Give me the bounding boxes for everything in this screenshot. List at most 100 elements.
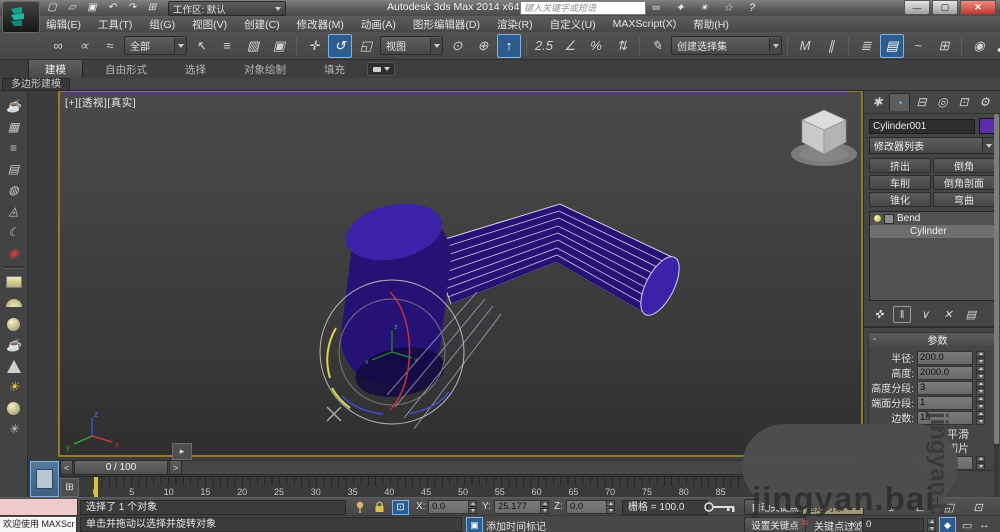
sphere2-primitive-icon[interactable] xyxy=(5,400,23,416)
modifier-list-dropdown[interactable]: 修改器列表 xyxy=(869,137,995,154)
add-time-tag-label[interactable]: 添加时间标记 xyxy=(486,518,546,532)
sphere-primitive-icon[interactable] xyxy=(5,316,23,332)
docked-panel-button[interactable] xyxy=(30,461,59,497)
align-icon[interactable]: ∥ xyxy=(819,34,843,58)
key-selection-filter-dropdown[interactable]: 选定对象 xyxy=(802,499,864,515)
remove-modifier-icon[interactable]: ✕ xyxy=(939,306,957,323)
zoom-region-icon[interactable]: ▭ xyxy=(959,518,974,532)
moon-icon[interactable]: ☾ xyxy=(5,224,23,240)
select-and-link-icon[interactable]: ∞ xyxy=(46,34,70,58)
zoom-extents-all-icon[interactable]: ⊡ xyxy=(967,500,989,514)
spinner-control[interactable] xyxy=(976,395,985,410)
edit-named-selection-sets-icon[interactable]: ✎ xyxy=(645,34,669,58)
tab-hierarchy-icon[interactable]: ⊟ xyxy=(912,93,931,110)
object-name-field[interactable]: Cylinder001 xyxy=(869,118,975,134)
named-selection-sets-dropdown[interactable]: 创建选择集 xyxy=(671,36,782,55)
spinner-control[interactable] xyxy=(976,380,985,395)
tab-display-icon[interactable]: ⊡ xyxy=(954,93,973,110)
tab-modify-icon[interactable]: ◔ xyxy=(889,93,910,111)
menu-item[interactable]: 渲染(R) xyxy=(497,17,533,32)
selection-filter-dropdown[interactable]: 全部 xyxy=(124,36,187,55)
render-teapot-icon[interactable]: ☕ xyxy=(5,98,23,114)
parameter-value-field[interactable]: 2000.0 xyxy=(917,365,973,380)
ribbon-tab[interactable]: 选择 xyxy=(169,60,222,78)
modifier-button[interactable]: 挤出 xyxy=(869,158,931,173)
camera-record-icon[interactable]: ◉ xyxy=(5,245,23,261)
menu-item[interactable]: 修改器(M) xyxy=(297,17,344,32)
camera-speaker-icon[interactable]: ◬ xyxy=(5,203,23,219)
set-key-button[interactable]: 设置关键点 xyxy=(744,517,806,532)
parameters-rollout-header[interactable]: - 参数 xyxy=(869,333,995,347)
spinner-snap-icon[interactable]: ⇅ xyxy=(610,34,634,58)
schematic-view-icon[interactable]: ⊞ xyxy=(932,34,956,58)
select-and-scale-icon[interactable]: ◱ xyxy=(354,34,378,58)
pan-icon[interactable]: ↔ xyxy=(977,518,992,532)
menu-item[interactable]: 自定义(U) xyxy=(550,17,596,32)
use-pivot-point-center-icon[interactable]: ⊙ xyxy=(445,34,469,58)
key-mode-toggle-icon[interactable]: ◆ xyxy=(939,517,956,532)
track-bar-frame-marker[interactable] xyxy=(94,477,98,497)
spreadsheet-icon[interactable]: ▤ xyxy=(5,161,23,177)
window-crossing-icon[interactable]: ▣ xyxy=(267,34,291,58)
menu-item[interactable]: MAXScript(X) xyxy=(613,18,677,30)
pin-stack-icon[interactable]: ✜ xyxy=(870,306,888,323)
previous-frame-button[interactable]: < xyxy=(60,460,73,475)
tab-motion-icon[interactable]: ◎ xyxy=(933,93,952,110)
menu-item[interactable]: 创建(C) xyxy=(244,17,280,32)
select-by-name-icon[interactable]: ≡ xyxy=(215,34,239,58)
zoom-extents-icon[interactable]: ◱ xyxy=(938,500,960,514)
box-primitive-icon[interactable] xyxy=(5,274,23,290)
percent-snap-icon[interactable]: % xyxy=(584,34,608,58)
spinner-control[interactable] xyxy=(976,410,985,425)
open-file-icon[interactable]: ▱ xyxy=(64,1,80,14)
select-and-move-icon[interactable]: ✛ xyxy=(302,34,326,58)
menu-item[interactable]: 视图(V) xyxy=(192,17,227,32)
modifier-stack-item[interactable]: Cylinder xyxy=(870,225,994,238)
cone-primitive-icon[interactable] xyxy=(5,358,23,374)
spinner-control[interactable] xyxy=(606,500,615,514)
keyboard-shortcut-override-icon[interactable]: ↑ xyxy=(497,33,521,58)
selection-lock-icon[interactable] xyxy=(372,500,387,513)
sun-light-icon[interactable]: ☀ xyxy=(5,379,23,395)
rectangular-selection-region-icon[interactable]: ▧ xyxy=(241,34,265,58)
viewport-image-icon[interactable]: ▦ xyxy=(5,119,23,135)
save-file-icon[interactable]: ▣ xyxy=(84,1,100,14)
spinner-control[interactable] xyxy=(976,350,985,365)
modifier-button[interactable]: 锥化 xyxy=(869,192,931,207)
spinner-control[interactable] xyxy=(976,365,985,380)
modifier-button[interactable]: 倒角剖面 xyxy=(933,175,995,190)
reference-coordinate-dropdown[interactable]: 视图 xyxy=(380,36,443,55)
menu-item[interactable]: 图形编辑器(D) xyxy=(413,17,480,32)
auto-key-button[interactable]: 自动关键点 xyxy=(744,499,806,515)
collapse-icon[interactable]: - xyxy=(869,334,880,345)
graphite-ribbon-icon[interactable]: ▤ xyxy=(880,33,904,58)
viewport-label[interactable]: [+][透视][真实] xyxy=(65,95,136,110)
enable-slice-checkbox[interactable] xyxy=(909,442,921,454)
absolute-offset-toggle-icon[interactable]: ⊡ xyxy=(392,500,409,515)
track-bar[interactable]: ⊞ 051015202530354045505560657075808590 xyxy=(58,476,863,498)
scrollbar-thumb[interactable] xyxy=(994,114,999,444)
tab-utilities-icon[interactable]: ⚙ xyxy=(975,93,994,110)
select-object-icon[interactable]: ↖ xyxy=(189,34,213,58)
current-frame-field[interactable]: 0 xyxy=(862,518,924,532)
slice-from-field[interactable]: 0.0 xyxy=(917,455,973,470)
object-color-swatch[interactable] xyxy=(979,118,995,134)
undo-icon[interactable]: ↶ xyxy=(104,1,120,14)
zoom-all-icon[interactable]: ⊞ xyxy=(909,500,931,514)
search-input[interactable]: 键入关键字或短语 xyxy=(520,1,646,15)
polygon-modeling-panel-label[interactable]: 多边形建模 xyxy=(2,78,70,91)
light-bulb-icon[interactable] xyxy=(874,215,881,222)
mirror-icon[interactable]: M xyxy=(793,34,817,58)
tab-create-icon[interactable]: ✱ xyxy=(868,93,887,110)
spinner-control[interactable] xyxy=(540,500,549,514)
snaps-toggle-icon[interactable]: 2.5 xyxy=(532,34,556,58)
render-setup-icon[interactable]: ☕ xyxy=(993,34,1000,58)
perspective-viewport[interactable]: z x y x y z [+][透视][真实] ▸ xyxy=(58,90,863,460)
time-tag-icon[interactable]: ▣ xyxy=(466,517,483,532)
material-editor-icon[interactable]: ◉ xyxy=(967,34,991,58)
viewport-flyout-button[interactable]: ▸ xyxy=(172,443,192,460)
curve-editor-icon[interactable]: ~ xyxy=(906,34,930,58)
bind-to-space-warp-icon[interactable]: ≈ xyxy=(98,34,122,58)
set-keys-key-icon[interactable] xyxy=(702,500,738,513)
time-slider[interactable]: < 0 / 100 > xyxy=(59,460,863,475)
